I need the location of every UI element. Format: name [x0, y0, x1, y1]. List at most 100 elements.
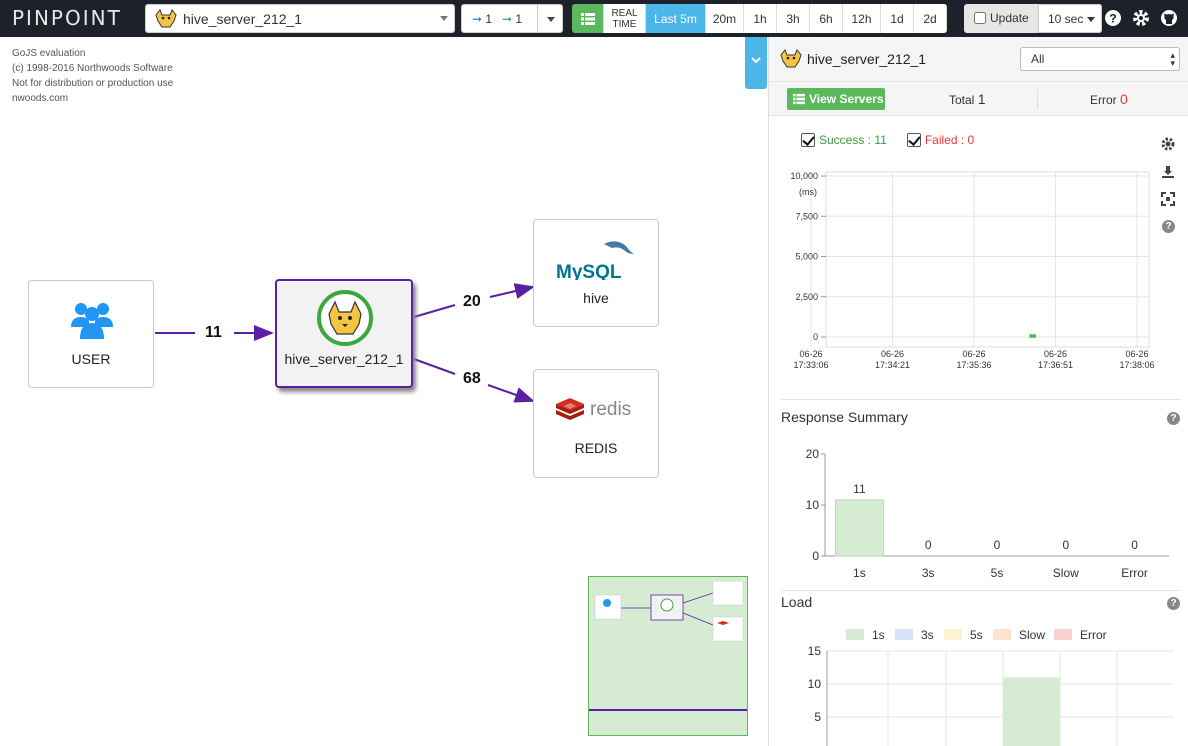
time-option-20m[interactable]: 20m: [706, 4, 744, 33]
edge-main-to-mysql-arrow[interactable]: [489, 283, 535, 299]
time-list-button[interactable]: [572, 4, 604, 33]
scatter-x-tick-time: 17:38:06: [1119, 360, 1154, 370]
scatter-legend: Success : 11 Failed : 0: [801, 133, 974, 147]
scatter-x-tick-time: 17:34:21: [875, 360, 910, 370]
edge-main-to-redis[interactable]: [413, 358, 456, 375]
update-interval-value: 10 sec: [1048, 12, 1084, 26]
time-option-2d[interactable]: 2d: [914, 4, 947, 33]
edge-label-main-to-redis[interactable]: 68: [463, 370, 481, 388]
scatter-y-tick-label: 0: [813, 332, 818, 342]
pinpoint-logo: PINPOINT: [12, 6, 122, 30]
success-legend-label[interactable]: Success : 11: [819, 133, 887, 147]
load-legend-swatch[interactable]: [1054, 629, 1072, 640]
panel-header: hive_server_212_1 All ▴ ▾: [769, 37, 1188, 82]
rs-y-tick-label: 0: [812, 549, 819, 563]
caret-down-icon: [1087, 17, 1095, 22]
list-icon: [793, 93, 805, 105]
load-legend-label[interactable]: Slow: [1019, 628, 1045, 642]
load-chart[interactable]: 1s 3s 5s Slow Error 15 10 5: [769, 622, 1188, 746]
load-legend-swatch[interactable]: [993, 629, 1011, 640]
auto-update-checkbox[interactable]: [974, 12, 986, 24]
outbound-depth[interactable]: ➞ 1: [502, 12, 522, 26]
load-legend-label[interactable]: 5s: [970, 628, 983, 642]
rs-category-label: Error: [1121, 566, 1148, 580]
load-legend-swatch[interactable]: [944, 629, 962, 640]
inbound-depth[interactable]: ➞ 1: [472, 12, 492, 26]
section-divider: [781, 399, 1181, 400]
load-legend-label[interactable]: Error: [1080, 628, 1107, 642]
time-option-last5m[interactable]: Last 5m: [646, 4, 706, 33]
scatter-x-tick-date: 06-26: [1044, 349, 1067, 359]
fullscreen-icon[interactable]: [1161, 192, 1175, 206]
panel-collapse-toggle[interactable]: [745, 37, 767, 89]
load-legend-swatch[interactable]: [846, 629, 864, 640]
rs-bar-value: 0: [994, 538, 1001, 552]
node-redis[interactable]: redis REDIS: [533, 369, 659, 478]
node-user[interactable]: USER: [28, 280, 154, 388]
agent-filter-select[interactable]: All ▴ ▾: [1020, 47, 1180, 71]
download-icon[interactable]: [1161, 165, 1175, 179]
load-legend-label[interactable]: 1s: [872, 628, 885, 642]
search-depth-control[interactable]: ➞ 1 ➞ 1: [461, 4, 563, 33]
section-divider: [781, 590, 1181, 591]
view-servers-label: View Servers: [809, 92, 884, 106]
agent-filter-value: All: [1031, 52, 1045, 66]
gear-icon[interactable]: [1161, 137, 1175, 151]
auto-update-toggle[interactable]: Update: [974, 11, 1029, 25]
server-map-overview[interactable]: [588, 576, 748, 736]
total-label: Total: [949, 93, 975, 107]
load-legend-swatch[interactable]: [895, 629, 913, 640]
success-checkbox[interactable]: [801, 133, 815, 147]
failed-legend-label[interactable]: Failed : 0: [925, 133, 974, 147]
node-mysql-hive[interactable]: MySQL hive: [533, 219, 659, 327]
github-icon[interactable]: [1160, 9, 1178, 27]
load-bar[interactable]: [1003, 677, 1060, 746]
load-y-tick-label: 15: [808, 644, 822, 658]
scatter-x-tick-date: 06-26: [1125, 349, 1148, 359]
tomcat-icon: [317, 290, 373, 346]
gear-icon[interactable]: [1132, 9, 1150, 27]
error-count: Error 0: [1090, 91, 1128, 107]
response-summary-chart[interactable]: 20 10 0 11 1s 0 3s 0 5s 0 Slow 0 Error: [769, 442, 1188, 592]
time-option-12h[interactable]: 12h: [843, 4, 881, 33]
list-icon: [580, 12, 595, 25]
help-icon[interactable]: ?: [1162, 220, 1175, 233]
rs-y-tick-label: 20: [806, 447, 820, 461]
update-group: Update 10 sec: [964, 4, 1102, 33]
select-arrows-icon: ▴ ▾: [1170, 50, 1175, 68]
node-mysql-label: hive: [583, 290, 609, 306]
scatter-x-tick-time: 17:33:06: [793, 360, 828, 370]
view-servers-button[interactable]: View Servers: [787, 88, 885, 110]
edge-label-main-to-mysql[interactable]: 20: [463, 293, 481, 311]
real-time-button[interactable]: REAL TIME: [604, 4, 646, 33]
application-selector[interactable]: hive_server_212_1: [145, 4, 455, 33]
redis-logo-icon: redis: [556, 398, 631, 420]
mysql-logo-icon: MySQL: [556, 241, 634, 280]
edge-label-user-to-main[interactable]: 11: [205, 324, 222, 342]
scatter-x-tick-time: 17:35:36: [956, 360, 991, 370]
time-option-1d[interactable]: 1d: [881, 4, 914, 33]
load-legend-label[interactable]: 3s: [921, 628, 934, 642]
time-option-1h[interactable]: 1h: [744, 4, 777, 33]
rs-bar[interactable]: [834, 499, 884, 557]
time-option-3h[interactable]: 3h: [777, 4, 810, 33]
svg-text:?: ?: [1109, 12, 1116, 26]
update-interval-select[interactable]: 10 sec: [1038, 4, 1102, 33]
total-count: Total 1: [949, 91, 986, 107]
tomcat-icon: [780, 49, 802, 68]
depth-dropdown-button[interactable]: [537, 5, 563, 32]
panel-stats-bar: View Servers Total 1 Error 0: [769, 82, 1188, 116]
help-icon[interactable]: ?: [1167, 412, 1180, 425]
help-icon[interactable]: ?: [1167, 597, 1180, 610]
edge-main-to-redis-arrow[interactable]: [487, 384, 535, 403]
time-option-6h[interactable]: 6h: [810, 4, 843, 33]
failed-checkbox[interactable]: [906, 133, 921, 147]
scatter-chart[interactable]: 10,0007,5005,0002,5000 (ms) 06-2617:33:0…: [769, 159, 1159, 389]
help-icon[interactable]: ?: [1104, 9, 1122, 27]
inbound-arrow-icon: ➞: [472, 12, 483, 26]
edge-main-to-mysql[interactable]: [413, 304, 456, 318]
time-range-group: REAL TIME Last 5m 20m 1h 3h 6h 12h 1d 2d: [572, 4, 947, 33]
node-hive-server[interactable]: hive_server_212_1: [275, 279, 413, 388]
scatter-point[interactable]: [1032, 334, 1037, 338]
redis-logo-text: redis: [590, 399, 631, 420]
